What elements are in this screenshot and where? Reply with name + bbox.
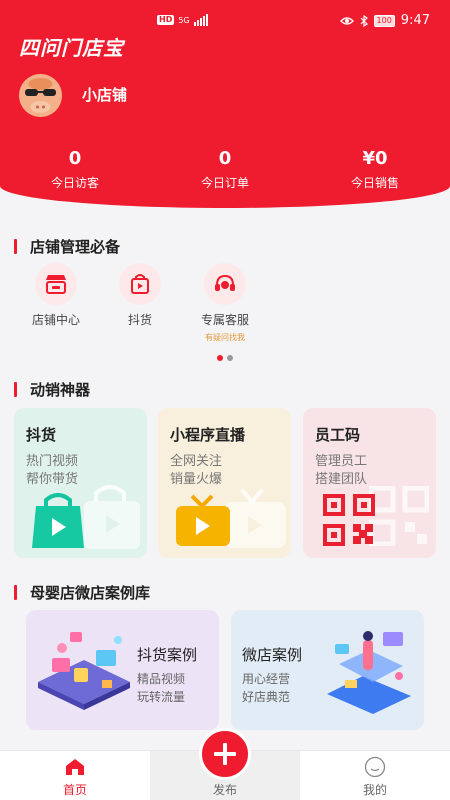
- section-title-text: 店铺管理必备: [30, 238, 121, 256]
- card-desc-line1: 管理员工: [315, 454, 368, 469]
- tool-label: 店铺中心: [31, 313, 80, 327]
- mascot-avatar-icon[interactable]: [19, 74, 62, 117]
- signal-icon: [193, 14, 208, 26]
- tool-label: 专属客服: [200, 313, 249, 327]
- tool-customer-service[interactable]: 专属客服 有疑问找我: [189, 263, 261, 343]
- bluetooth-icon: [360, 14, 368, 27]
- hd-badge: HD: [157, 15, 175, 25]
- store-icon: [35, 263, 77, 305]
- section-title-case-library: 母婴店微店案例库: [14, 582, 150, 603]
- case-desc-line1: 用心经营: [242, 672, 291, 686]
- card-title: 抖货: [26, 426, 57, 444]
- profile-face-icon: [364, 756, 386, 778]
- qr-code-icon: [323, 494, 375, 546]
- tv-play-icon: [176, 494, 230, 546]
- card-desc-line1: 热门视频: [26, 454, 79, 469]
- stat-sales[interactable]: ¥0 今日销售: [315, 148, 435, 191]
- tab-label: 我的: [362, 783, 387, 797]
- section-accent-bar: [14, 585, 17, 600]
- card-douhuo[interactable]: 抖货 热门视频 帮你带货: [14, 408, 147, 558]
- headset-icon: [204, 263, 246, 305]
- store-name: 小店铺: [82, 86, 128, 104]
- stat-orders[interactable]: 0 今日订单: [165, 148, 285, 191]
- case-desc-line2: 玩转流量: [137, 690, 186, 704]
- case-desc-line1: 精品视频: [137, 672, 186, 686]
- douhuo-case-illustration: [38, 632, 130, 710]
- card-desc-line2: 搭建团队: [315, 472, 368, 487]
- case-desc-line2: 好店典范: [242, 690, 291, 704]
- stat-label: 今日订单: [200, 176, 249, 190]
- qr-ghost-icon: [369, 486, 429, 546]
- card-desc-line2: 帮你带货: [26, 472, 79, 487]
- status-bar: HD 5G 100 9:47: [0, 12, 450, 32]
- carousel-dot-active: [217, 355, 223, 361]
- tab-label: 首页: [62, 783, 87, 797]
- tab-label: 发布: [212, 783, 237, 797]
- section-title-sales-tools: 动销神器: [14, 379, 90, 400]
- tab-home[interactable]: 首页: [0, 751, 150, 800]
- tool-store-center[interactable]: 店铺中心: [20, 263, 92, 328]
- tab-mine[interactable]: 我的: [300, 751, 450, 800]
- eye-icon: [339, 16, 354, 25]
- home-icon: [66, 759, 84, 775]
- section-title-text: 动销神器: [30, 381, 91, 399]
- card-title: 小程序直播: [170, 426, 246, 444]
- stat-visitors[interactable]: 0 今日访客: [15, 148, 135, 191]
- card-title: 员工码: [315, 426, 361, 444]
- stat-value: 0: [218, 148, 232, 169]
- section-title-store-management: 店铺管理必备: [14, 236, 120, 257]
- tool-label: 抖货: [127, 313, 152, 327]
- tool-douhuo[interactable]: 抖货: [104, 263, 176, 328]
- shopping-bag-play-icon: [32, 493, 84, 548]
- stat-label: 今日访客: [50, 176, 99, 190]
- carousel-dot: [227, 355, 233, 361]
- carousel-dots: [217, 355, 233, 361]
- battery-indicator: 100: [373, 14, 395, 27]
- case-weidian[interactable]: 微店案例 用心经营 好店典范: [231, 610, 424, 730]
- tool-sublabel: 有疑问找我: [205, 333, 245, 342]
- case-title: 抖货案例: [137, 646, 198, 664]
- publish-plus-button[interactable]: [199, 728, 251, 780]
- card-desc-line2: 销量火爆: [170, 472, 223, 487]
- stat-value: ¥0: [362, 148, 388, 169]
- weidian-case-illustration: [327, 631, 411, 714]
- card-employee-code[interactable]: 员工码 管理员工 搭建团队: [303, 408, 436, 558]
- app-title: 四问门店宝: [19, 36, 124, 60]
- section-accent-bar: [14, 382, 17, 397]
- case-douhuo[interactable]: 抖货案例 精品视频 玩转流量: [26, 610, 219, 730]
- card-live-stream[interactable]: 小程序直播 全网关注 销量火爆: [158, 408, 291, 558]
- section-title-text: 母婴店微店案例库: [30, 584, 151, 602]
- card-desc-line1: 全网关注: [170, 454, 223, 469]
- case-title: 微店案例: [242, 646, 303, 664]
- stat-label: 今日销售: [350, 176, 399, 190]
- header-banner: HD 5G 100 9:47 四问门店宝 小店铺 0 今日访客 0 今日订单 ¥…: [0, 0, 450, 208]
- section-accent-bar: [14, 239, 17, 254]
- clock: 9:47: [400, 13, 430, 28]
- network-type: 5G: [178, 15, 190, 25]
- stat-value: 0: [68, 148, 82, 169]
- plus-icon: [214, 743, 236, 765]
- video-bag-icon: [119, 263, 161, 305]
